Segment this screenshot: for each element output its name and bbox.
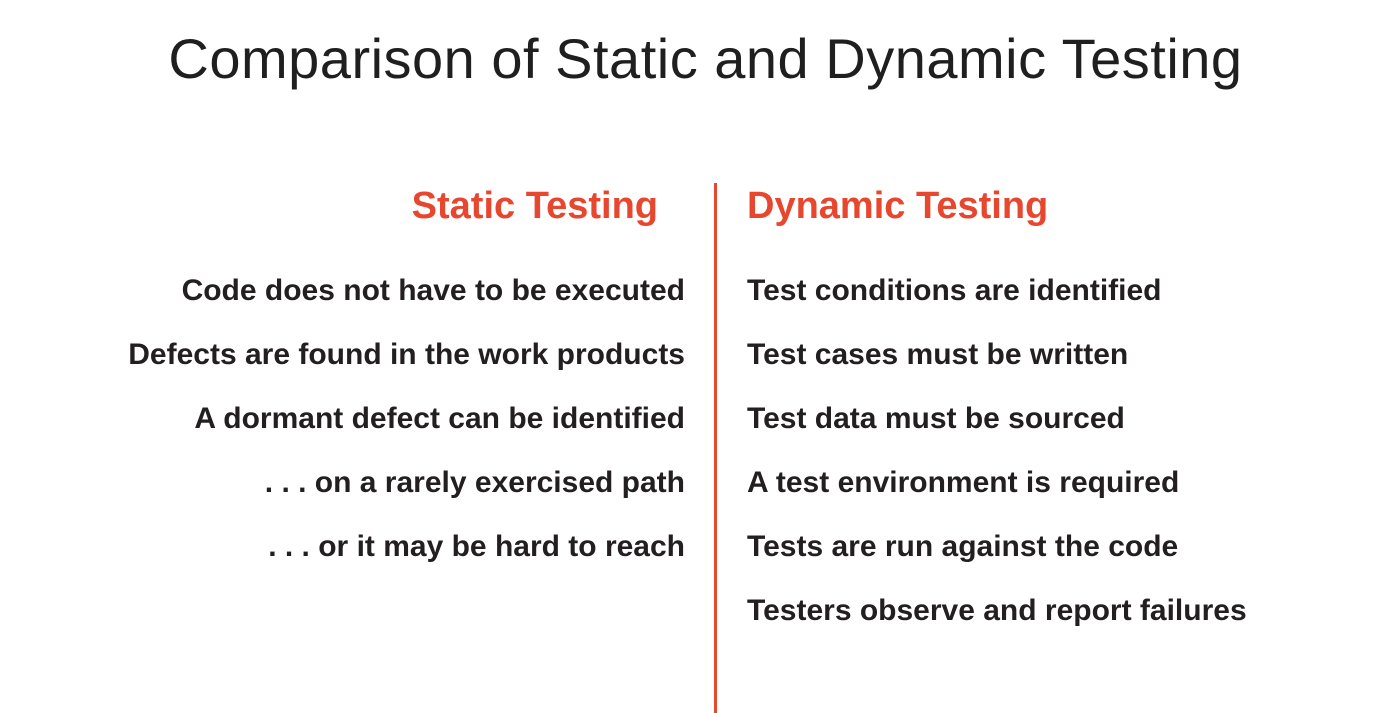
list-item: A dormant defect can be identified <box>194 402 685 435</box>
column-divider <box>714 183 717 713</box>
dynamic-testing-column: Dynamic Testing Test conditions are iden… <box>747 180 1247 643</box>
list-item: Tests are run against the code <box>747 530 1179 563</box>
static-testing-column: Static Testing Code does not have to be … <box>128 180 685 579</box>
list-item: Defects are found in the work products <box>128 338 685 371</box>
list-item: Test conditions are identified <box>747 274 1162 307</box>
dynamic-testing-heading: Dynamic Testing <box>747 185 1049 227</box>
static-testing-heading: Static Testing <box>411 185 658 227</box>
slide-title: Comparison of Static and Dynamic Testing <box>168 27 1243 90</box>
list-item: . . . on a rarely exercised path <box>264 466 685 499</box>
static-testing-list: Code does not have to be executed Defect… <box>128 259 685 579</box>
list-item: Code does not have to be executed <box>181 274 685 307</box>
list-item: Test cases must be written <box>747 338 1129 371</box>
list-item: Testers observe and report failures <box>747 594 1247 627</box>
list-item: A test environment is required <box>747 466 1180 499</box>
list-item: Test data must be sourced <box>747 402 1125 435</box>
list-item: . . . or it may be hard to reach <box>268 530 685 563</box>
dynamic-testing-list: Test conditions are identified Test case… <box>747 259 1247 643</box>
